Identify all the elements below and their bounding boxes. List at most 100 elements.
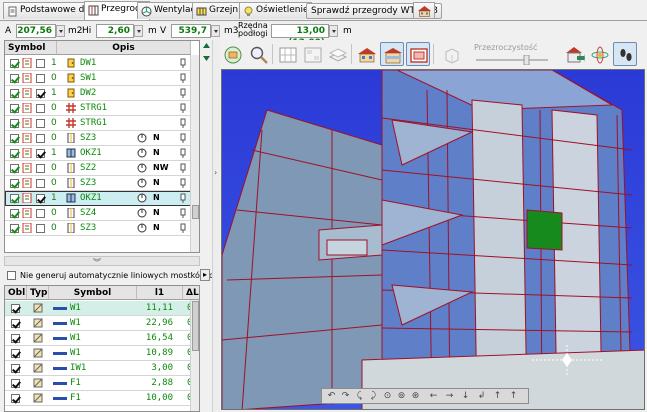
column-header-length[interactable]: l1 [137, 286, 183, 300]
move-up-icon[interactable] [202, 42, 211, 51]
column-header-typ[interactable]: Typ [27, 286, 49, 300]
zone-checkbox[interactable] [36, 119, 45, 128]
zone-checkbox[interactable] [36, 179, 45, 188]
pan-up-icon[interactable]: ↑ [492, 391, 503, 402]
bridge-calc-checkbox[interactable] [11, 379, 20, 388]
thermal-bridge-row[interactable]: W110,890, [5, 346, 199, 361]
pan-down-icon[interactable]: ↲ [476, 391, 487, 402]
tilt-up-icon[interactable]: ⤹ [354, 391, 365, 402]
show-walls-button[interactable] [275, 42, 299, 66]
pin-icon[interactable] [178, 118, 188, 128]
floor-elevation-field[interactable]: 13,00 (13,00) [271, 24, 329, 48]
thermal-bridge-row[interactable]: W111,110, [5, 301, 199, 316]
tilt-down-icon[interactable]: ⤸ [368, 391, 379, 402]
thermal-bridge-row[interactable]: W122,960, [5, 316, 199, 331]
bridge-option-checkbox[interactable] [7, 271, 16, 280]
height-dropdown-button[interactable] [134, 25, 143, 37]
partition-row[interactable]: 0 SZ3 N [5, 221, 199, 236]
zoom-button[interactable] [246, 42, 270, 66]
bridge-type-icon[interactable] [33, 318, 43, 328]
column-header-symbol[interactable]: Symbol [5, 41, 57, 55]
storey-view-button[interactable] [380, 42, 404, 66]
zone-checkbox[interactable] [36, 89, 45, 98]
floor-elevation-dropdown-button[interactable] [329, 25, 338, 37]
room-view-button[interactable] [439, 42, 463, 66]
show-partitions-button[interactable] [300, 42, 324, 66]
pin-icon[interactable] [178, 223, 188, 233]
partition-row[interactable]: 1 DW2 [5, 86, 199, 101]
include-checkbox[interactable] [10, 59, 19, 68]
bridge-type-icon[interactable] [33, 378, 43, 388]
reset-view-icon[interactable]: ⊛ [410, 391, 421, 402]
thermal-bridge-row[interactable]: IW13,000, [5, 361, 199, 376]
bridge-type-icon[interactable] [33, 303, 43, 313]
export-button[interactable] [562, 42, 586, 66]
bridge-calc-checkbox[interactable] [11, 394, 20, 403]
thermal-bridge-row[interactable]: F12,880, [5, 376, 199, 391]
view-home-button[interactable] [220, 42, 244, 66]
bridge-calc-checkbox[interactable] [11, 334, 20, 343]
tab-oswietlenie[interactable]: Oświetlenie [239, 2, 313, 19]
3d-viewport[interactable] [221, 69, 645, 410]
bridge-option[interactable]: Nie generuj automatycznie liniowych most… [4, 269, 212, 283]
move-down-icon[interactable] [202, 53, 211, 62]
bridge-option-scroll-right[interactable]: ▸ [200, 269, 210, 281]
partition-row[interactable]: 0 STRG1 [5, 101, 199, 116]
pin-icon[interactable] [178, 88, 188, 98]
bridge-calc-checkbox[interactable] [11, 304, 20, 313]
bridge-calc-checkbox[interactable] [11, 319, 20, 328]
bridge-grid-scrollbar[interactable] [190, 300, 199, 411]
include-checkbox[interactable] [10, 224, 19, 233]
thermal-bridge-row[interactable]: F110,000, [5, 391, 199, 406]
pan-left-icon[interactable]: ← [428, 391, 439, 402]
zone-checkbox[interactable] [36, 104, 45, 113]
rotate-left-icon[interactable]: ↶ [326, 391, 337, 402]
vertical-splitter[interactable]: › [212, 40, 220, 412]
thermal-bridge-row[interactable]: W116,540, [5, 331, 199, 346]
show-floor-button[interactable] [325, 42, 349, 66]
zone-checkbox[interactable] [36, 209, 45, 218]
volume-dropdown-button[interactable] [211, 25, 220, 37]
bridge-type-icon[interactable] [33, 393, 43, 403]
pin-icon[interactable] [178, 208, 188, 218]
zoom-in-icon[interactable]: ⊙ [382, 391, 393, 402]
column-header-delta-l[interactable]: ΔL [183, 286, 199, 300]
walk-mode-button[interactable] [613, 42, 637, 66]
include-checkbox[interactable] [10, 209, 19, 218]
include-checkbox[interactable] [10, 74, 19, 83]
include-checkbox[interactable] [10, 164, 19, 173]
partition-row[interactable]: 0 SZ3 N [5, 176, 199, 191]
bridge-calc-checkbox[interactable] [11, 349, 20, 358]
collapse-panel-icon[interactable]: › [214, 168, 217, 177]
pan-up-right-icon[interactable]: ↑ [508, 391, 519, 402]
pin-icon[interactable] [178, 148, 188, 158]
building-model-button[interactable] [354, 42, 378, 66]
zoom-out-icon[interactable]: ⊚ [396, 391, 407, 402]
bridge-type-icon[interactable] [33, 333, 43, 343]
zone-checkbox[interactable] [36, 149, 45, 158]
rotate-right-icon[interactable]: ↷ [340, 391, 351, 402]
area-field[interactable]: 207,56 [16, 24, 56, 38]
analysis-button[interactable] [587, 42, 611, 66]
pin-icon[interactable] [178, 178, 188, 188]
partition-row[interactable]: 0 SZ3 N [5, 131, 199, 146]
bridge-type-icon[interactable] [33, 348, 43, 358]
volume-field[interactable]: 539,7 [171, 24, 211, 38]
transparency-slider[interactable] [474, 55, 550, 65]
building-view-button[interactable] [413, 2, 435, 19]
include-checkbox[interactable] [10, 119, 19, 128]
include-checkbox[interactable] [10, 179, 19, 188]
pin-icon[interactable] [178, 133, 188, 143]
pin-icon[interactable] [178, 163, 188, 173]
column-header-opis[interactable]: Opis [57, 41, 191, 55]
pin-icon[interactable] [178, 103, 188, 113]
partition-row[interactable]: 0 SZ2 NW [5, 161, 199, 176]
include-checkbox[interactable] [10, 89, 19, 98]
partition-row[interactable]: 1 DW1 [5, 56, 199, 71]
zone-checkbox[interactable] [36, 224, 45, 233]
zone-checkbox[interactable] [36, 59, 45, 68]
bridge-type-icon[interactable] [33, 363, 43, 373]
pin-icon[interactable] [178, 193, 188, 203]
scrollbar-thumb[interactable] [192, 205, 199, 219]
area-dropdown-button[interactable] [56, 25, 65, 37]
